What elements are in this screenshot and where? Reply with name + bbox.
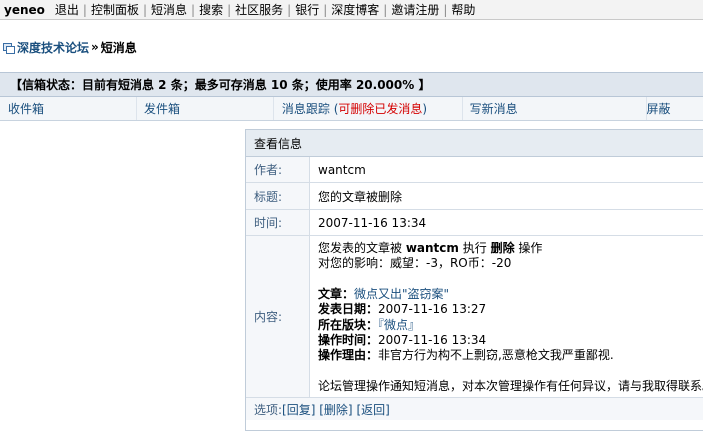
options-row: 选项: [回复] [删除] [返回]: [246, 398, 703, 420]
nav-search[interactable]: 搜索: [195, 1, 227, 18]
content-row: 内容: 您发表的文章被 wantcm 执行 删除 操作 对您的影响：威望：-3，…: [246, 236, 703, 398]
board-link[interactable]: 『微点』: [378, 318, 420, 332]
title-label: 标题:: [246, 183, 310, 209]
content-board: 所在版块：『微点』: [318, 317, 421, 332]
author-label: 作者:: [246, 157, 310, 182]
time-value: 2007-11-16 13:34: [318, 215, 427, 230]
mailbox-status-bar: 【信箱状态：目前有短消息 2 条；最多可存消息 10 条；使用率 20.000%…: [0, 72, 703, 97]
nav-invite[interactable]: 邀请注册: [387, 1, 443, 18]
nav-help[interactable]: 帮助: [447, 1, 479, 18]
message-tabs: 收件箱 发件箱 消息跟踪 (可删除已发消息) 写新消息 屏蔽: [0, 97, 703, 121]
time-row: 时间: 2007-11-16 13:34: [246, 210, 703, 236]
content-line-1: 您发表的文章被 wantcm 执行 删除 操作: [318, 241, 543, 255]
message-panel: 查看信息 作者: wantcm 标题: 您的文章被删除 时间: 2007-11-…: [245, 129, 703, 431]
content-article: 文章：微点又出"盗窃案": [318, 286, 450, 301]
content-op-time: 操作时间：2007-11-16 13:34: [318, 333, 487, 348]
tab-outbox[interactable]: 发件箱: [137, 97, 274, 120]
forum-icon: [2, 41, 15, 54]
tab-block[interactable]: 屏蔽: [647, 97, 703, 120]
nav-logout[interactable]: 退出: [51, 1, 83, 18]
nav-bank[interactable]: 银行: [291, 1, 323, 18]
breadcrumb-forum-link[interactable]: 深度技术论坛: [17, 39, 89, 56]
panel-header: 查看信息: [246, 130, 703, 157]
mailbox-status-text: 【信箱状态：目前有短消息 2 条；最多可存消息 10 条；使用率 20.000%…: [10, 78, 431, 92]
content-value: 您发表的文章被 wantcm 执行 删除 操作 对您的影响：威望：-3，RO币：…: [310, 236, 703, 397]
options-label: 选项:: [254, 402, 283, 417]
breadcrumb-separator: »: [91, 40, 99, 54]
delete-sent-link[interactable]: 可删除已发消息: [338, 100, 422, 117]
title-value: 您的文章被删除: [318, 189, 403, 204]
tab-inbox[interactable]: 收件箱: [0, 97, 137, 120]
top-nav-bar: yeneo 退出 | 控制面板 | 短消息 | 搜索 | 社区服务 | 银行 | 深度博客 |…: [0, 0, 703, 20]
breadcrumb-current: 短消息: [100, 40, 137, 55]
content-line-2: 对您的影响：威望：-3，RO币：-20: [318, 256, 512, 271]
panel-title: 查看信息: [254, 136, 303, 151]
content-reason: 操作理由：非官方行为构不上剽窃,恶意枪文我严重鄙视.: [318, 348, 614, 363]
content-label: 内容:: [246, 236, 310, 397]
nav-messages[interactable]: 短消息: [147, 1, 191, 18]
title-row: 标题: 您的文章被删除: [246, 183, 703, 210]
back-link[interactable]: [返回]: [356, 401, 389, 418]
tab-compose[interactable]: 写新消息: [463, 97, 647, 120]
nav-blog[interactable]: 深度博客: [327, 1, 383, 18]
username[interactable]: yeneo: [4, 3, 45, 17]
nav-community[interactable]: 社区服务: [231, 1, 287, 18]
delete-link[interactable]: [删除]: [319, 401, 352, 418]
nav-control-panel[interactable]: 控制面板: [87, 1, 143, 18]
breadcrumb: 深度技术论坛 » 短消息: [0, 38, 137, 56]
tab-tracking[interactable]: 消息跟踪 (可删除已发消息): [274, 97, 463, 120]
author-value: wantcm: [318, 162, 366, 177]
reply-link[interactable]: [回复]: [282, 401, 315, 418]
content-notice: 论坛管理操作通知短消息，对本次管理操作有任何异议，请与我取得联系。: [318, 378, 703, 393]
time-label: 时间:: [246, 210, 310, 235]
content-post-date: 发表日期：2007-11-16 13:27: [318, 302, 487, 317]
author-row: 作者: wantcm: [246, 157, 703, 183]
article-link[interactable]: 微点又出"盗窃案": [354, 287, 449, 301]
